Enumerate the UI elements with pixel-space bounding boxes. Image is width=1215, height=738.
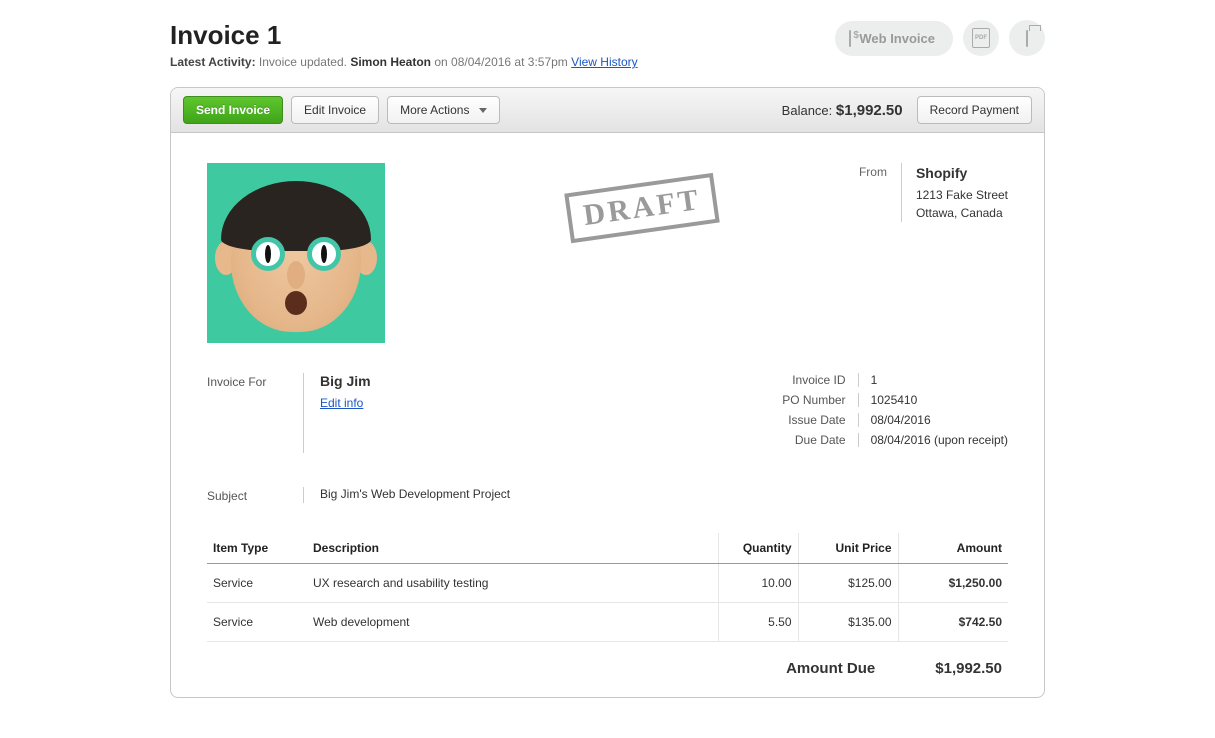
subject-label: Subject (207, 487, 287, 503)
web-invoice-label: Web Invoice (859, 31, 935, 46)
cell-unit-price: $125.00 (798, 564, 898, 603)
client-avatar (207, 163, 385, 343)
balance-value: $1,992.50 (836, 102, 903, 119)
chevron-down-icon (479, 108, 487, 113)
print-button[interactable] (1009, 20, 1045, 56)
balance-label: Balance: (782, 103, 833, 118)
po-number-label: PO Number (768, 393, 858, 407)
print-icon (1026, 31, 1028, 46)
client-name: Big Jim (320, 373, 371, 389)
line-items-table: Item Type Description Quantity Unit Pric… (207, 533, 1008, 642)
toolbar: Send Invoice Edit Invoice More Actions B… (171, 88, 1044, 133)
due-date-value: 08/04/2016 (upon receipt) (858, 433, 1008, 447)
record-payment-button[interactable]: Record Payment (917, 96, 1032, 124)
pdf-button[interactable]: PDF (963, 20, 999, 56)
cell-unit-price: $135.00 (798, 603, 898, 642)
cell-item-type: Service (207, 603, 307, 642)
table-row: ServiceWeb development5.50$135.00$742.50 (207, 603, 1008, 642)
activity-line: Latest Activity: Invoice updated. Simon … (170, 55, 638, 69)
more-actions-button[interactable]: More Actions (387, 96, 500, 124)
activity-author: Simon Heaton (350, 55, 431, 69)
cell-item-type: Service (207, 564, 307, 603)
from-company: Shopify (916, 163, 1008, 184)
issue-date-label: Issue Date (768, 413, 858, 427)
activity-label: Latest Activity: (170, 55, 256, 69)
po-number-value: 1025410 (858, 393, 1008, 407)
amount-due-label: Amount Due (786, 660, 875, 677)
col-description: Description (307, 533, 718, 564)
draft-stamp: DRAFT (564, 173, 720, 243)
cell-quantity: 10.00 (718, 564, 798, 603)
col-amount: Amount (898, 533, 1008, 564)
view-history-link[interactable]: View History (571, 55, 637, 69)
due-date-label: Due Date (768, 433, 858, 447)
web-invoice-button[interactable]: $ Web Invoice (835, 21, 953, 56)
invoice-for-label: Invoice For (207, 373, 287, 453)
edit-info-link[interactable]: Edit info (320, 396, 363, 410)
send-invoice-button[interactable]: Send Invoice (183, 96, 283, 124)
from-label: From (859, 163, 887, 222)
amount-due-value: $1,992.50 (935, 660, 1002, 677)
invoice-id-value: 1 (858, 373, 1008, 387)
cell-description: UX research and usability testing (307, 564, 718, 603)
cell-description: Web development (307, 603, 718, 642)
pdf-icon: PDF (972, 28, 990, 48)
activity-date: on 08/04/2016 at 3:57pm (434, 55, 567, 69)
invoice-panel: Send Invoice Edit Invoice More Actions B… (170, 87, 1045, 698)
col-item-type: Item Type (207, 533, 307, 564)
page-title: Invoice 1 (170, 20, 638, 51)
activity-text: Invoice updated. (259, 55, 347, 69)
table-row: ServiceUX research and usability testing… (207, 564, 1008, 603)
col-unit-price: Unit Price (798, 533, 898, 564)
cell-amount: $1,250.00 (898, 564, 1008, 603)
from-city: Ottawa, Canada (916, 204, 1008, 222)
from-street: 1213 Fake Street (916, 186, 1008, 204)
invoice-id-label: Invoice ID (768, 373, 858, 387)
issue-date-value: 08/04/2016 (858, 413, 1008, 427)
cell-quantity: 5.50 (718, 603, 798, 642)
edit-invoice-button[interactable]: Edit Invoice (291, 96, 379, 124)
cell-amount: $742.50 (898, 603, 1008, 642)
subject-value: Big Jim's Web Development Project (303, 487, 510, 503)
col-quantity: Quantity (718, 533, 798, 564)
more-actions-label: More Actions (400, 103, 469, 117)
invoice-icon: $ (849, 31, 851, 46)
